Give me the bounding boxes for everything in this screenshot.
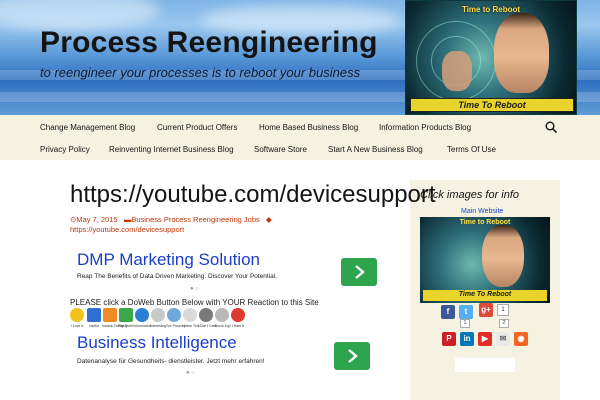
ad-pagination-dots[interactable]: ● ○ — [190, 286, 199, 292]
love-it-icon[interactable] — [70, 308, 84, 322]
doweb-label: I Have This — [182, 324, 200, 328]
search-icon[interactable] — [545, 121, 557, 133]
arrow-right-icon — [347, 348, 358, 364]
linkedin-icon[interactable]: in — [460, 332, 474, 346]
nav-item-current-product-offers[interactable]: Current Product Offers — [157, 123, 237, 132]
facebook-icon[interactable]: f — [441, 305, 455, 319]
pinterest-icon[interactable]: P — [442, 332, 456, 346]
site-description: to reengineer your processes is to reboo… — [40, 65, 361, 80]
ad-text: Datenanalyse für Gesundheits- dienstleis… — [77, 358, 265, 365]
promo-bottom-text: Time To Reboot — [423, 290, 547, 301]
sidebar-widget-placeholder — [455, 358, 515, 372]
nav-item-home-based-business-blog[interactable]: Home Based Business Blog — [259, 123, 358, 132]
tag-icon: ◆ — [266, 215, 272, 224]
ad-title[interactable]: DMP Marketing Solution — [77, 250, 260, 270]
ad-arrow-button[interactable] — [341, 258, 377, 286]
preachy-icon[interactable] — [167, 308, 181, 322]
interesting-icon[interactable] — [151, 308, 165, 322]
rss-icon[interactable]: ◉ — [514, 332, 528, 346]
share-count: 1 — [497, 304, 509, 316]
main-website-link[interactable]: Main Website — [461, 208, 503, 215]
post-title[interactable]: https://youtube.com/devicesupport — [70, 181, 436, 209]
site-header: Process Reengineering to reengineer your… — [0, 0, 600, 115]
useful-icon[interactable] — [87, 308, 101, 322]
twitter-icon[interactable]: t — [459, 305, 473, 319]
nav-item-privacy-policy[interactable]: Privacy Policy — [40, 145, 90, 154]
informative-icon[interactable] — [135, 308, 149, 322]
promo-top-text: Time to Reboot — [459, 219, 511, 226]
page: Process Reengineering to reengineer your… — [0, 0, 600, 400]
ad-pagination-dots[interactable]: ● ○ — [186, 370, 195, 376]
header-banner-image[interactable]: Time to Reboot Time To Reboot — [405, 0, 577, 115]
doweb-label: I Don't Care — [198, 324, 217, 328]
nav-item-reinventing-internet-business-blog[interactable]: Reinventing Internet Business Blog — [109, 145, 234, 154]
doweb-prompt: PLEASE click a DoWeb Button Below with Y… — [70, 298, 319, 307]
site-title[interactable]: Process Reengineering — [40, 26, 378, 60]
nav-item-change-management-blog[interactable]: Change Management Blog — [40, 123, 135, 132]
nav-item-start-a-new-business-blog[interactable]: Start A New Business Blog — [328, 145, 423, 154]
doweb-label: Too Preachy — [166, 324, 186, 328]
banner-person — [494, 13, 549, 93]
post-meta: ⊙May 7, 2015 ▬Business Process Reenginee… — [70, 215, 272, 224]
doweb-label: The Truth! — [118, 324, 134, 328]
doweb-label: I Love It — [70, 324, 84, 328]
shocking-icon[interactable] — [215, 308, 229, 322]
banner-bottom-text: Time To Reboot — [410, 98, 574, 112]
googleplus-icon[interactable]: g+ — [479, 303, 493, 317]
ad-arrow-button[interactable] — [334, 342, 370, 370]
promo-person — [482, 225, 524, 287]
doweb-label: Useful — [89, 324, 99, 328]
sidebar-heading: Click images for info — [420, 189, 520, 201]
arrow-right-icon — [354, 264, 365, 280]
banner-hand — [442, 51, 472, 91]
post-category[interactable]: Business Process Reengineering Jobs — [131, 215, 259, 224]
doweb-label: Shock Ing! — [214, 324, 231, 328]
doweb-label: Instant-Tidingsly — [102, 324, 128, 328]
main-navigation: Change Management Blog Current Product O… — [0, 115, 600, 160]
dont-care-icon[interactable] — [199, 308, 213, 322]
have-this-icon[interactable] — [183, 308, 197, 322]
sidebar-promo-image[interactable]: Time to Reboot Time To Reboot — [420, 217, 550, 303]
truth-icon[interactable] — [119, 308, 133, 322]
doweb-label: Informative — [134, 324, 152, 328]
share-count: 1 — [460, 319, 470, 328]
instant-icon[interactable] — [103, 308, 117, 322]
email-icon[interactable]: ✉ — [496, 332, 510, 346]
youtube-icon[interactable]: ▶ — [478, 332, 492, 346]
doweb-label: Interesting — [150, 324, 167, 328]
share-count: 2 — [499, 319, 509, 328]
nav-item-information-products-blog[interactable]: Information Products Blog — [379, 123, 471, 132]
ad-text: Reap The Benefits of Data Driven Marketi… — [77, 273, 278, 280]
hate-it-icon[interactable] — [231, 308, 245, 322]
post-date[interactable]: May 7, 2015 — [76, 215, 117, 224]
banner-top-text: Time to Reboot — [461, 5, 521, 14]
nav-item-software-store[interactable]: Software Store — [254, 145, 307, 154]
doweb-label: I Hate It — [231, 324, 245, 328]
nav-item-terms-of-use[interactable]: Terms Of Use — [447, 145, 496, 154]
ad-title[interactable]: Business Intelligence — [77, 333, 237, 353]
post-tag-link[interactable]: https://youtube.com/devicesupport — [70, 225, 184, 234]
